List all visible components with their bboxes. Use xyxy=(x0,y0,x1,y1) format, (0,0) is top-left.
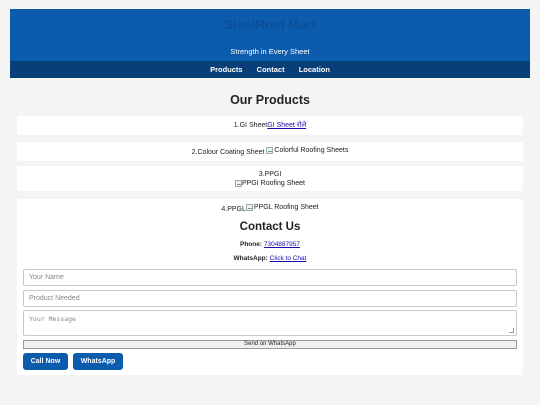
site-tagline: Strength in Every Sheet xyxy=(230,47,310,56)
image-alt-text: PPGL Roofing Sheet xyxy=(253,204,319,211)
product-input[interactable]: Product Needed xyxy=(23,290,517,307)
nav-products-link[interactable]: Products xyxy=(210,61,243,78)
product-card-ppgl: 4.PPGL PPGL Roofing Sheet xyxy=(17,200,523,216)
site-header: SteelRoof Mart Strength in Every Sheet xyxy=(10,9,530,61)
products-heading: Our Products xyxy=(230,93,310,107)
nav-location-link[interactable]: Location xyxy=(299,61,330,78)
gi-sheet-link[interactable]: GI Sheet रोले xyxy=(267,122,306,129)
broken-image-icon xyxy=(234,179,242,187)
broken-image-icon xyxy=(266,147,274,154)
product-card-colour: 2.Colour Coating Sheet Colorful Roofing … xyxy=(17,142,523,161)
whatsapp-label: WhatsApp: xyxy=(233,255,268,262)
nav-contact-link[interactable]: Contact xyxy=(257,61,285,78)
send-whatsapp-button[interactable]: Send on WhatsApp xyxy=(23,340,517,349)
product-label: 1.GI Sheet xyxy=(233,122,268,129)
message-textarea[interactable]: Your Message xyxy=(23,310,517,336)
resize-handle-icon[interactable] xyxy=(509,328,514,333)
product-label: 4.PPGL xyxy=(221,206,246,213)
broken-image-icon xyxy=(245,204,253,211)
product-card-ppgi: 3.PPGI PPGI Roofing Sheet xyxy=(17,166,523,191)
whatsapp-button[interactable]: WhatsApp xyxy=(73,353,123,370)
image-alt-text: Colorful Roofing Sheets xyxy=(274,147,349,154)
message-placeholder: Your Message xyxy=(29,315,76,323)
main-nav: Products Contact Location xyxy=(10,61,530,78)
product-card-gi: 1.GI SheetGI Sheet रोले xyxy=(17,116,523,135)
phone-link[interactable]: 7304887957 xyxy=(264,241,300,248)
broken-image: Colorful Roofing Sheets xyxy=(266,147,348,154)
image-alt-text: PPGI Roofing Sheet xyxy=(241,180,306,187)
product-label: 2.Colour Coating Sheet xyxy=(191,149,265,156)
site-brand: SteelRoof Mart xyxy=(224,17,316,32)
whatsapp-chat-link[interactable]: Click to Chat xyxy=(270,255,307,262)
contact-heading: Contact Us xyxy=(239,221,301,233)
broken-image: PPGL Roofing Sheet xyxy=(245,204,319,211)
phone-line: Phone: 7304887957 xyxy=(0,241,540,248)
name-input[interactable]: Your Name xyxy=(23,269,517,286)
broken-image: PPGI Roofing Sheet xyxy=(17,179,523,188)
phone-label: Phone: xyxy=(240,241,263,248)
product-label: 3.PPGI xyxy=(258,171,282,178)
whatsapp-line: WhatsApp: Click to Chat xyxy=(0,255,540,262)
call-now-button[interactable]: Call Now xyxy=(23,353,68,370)
